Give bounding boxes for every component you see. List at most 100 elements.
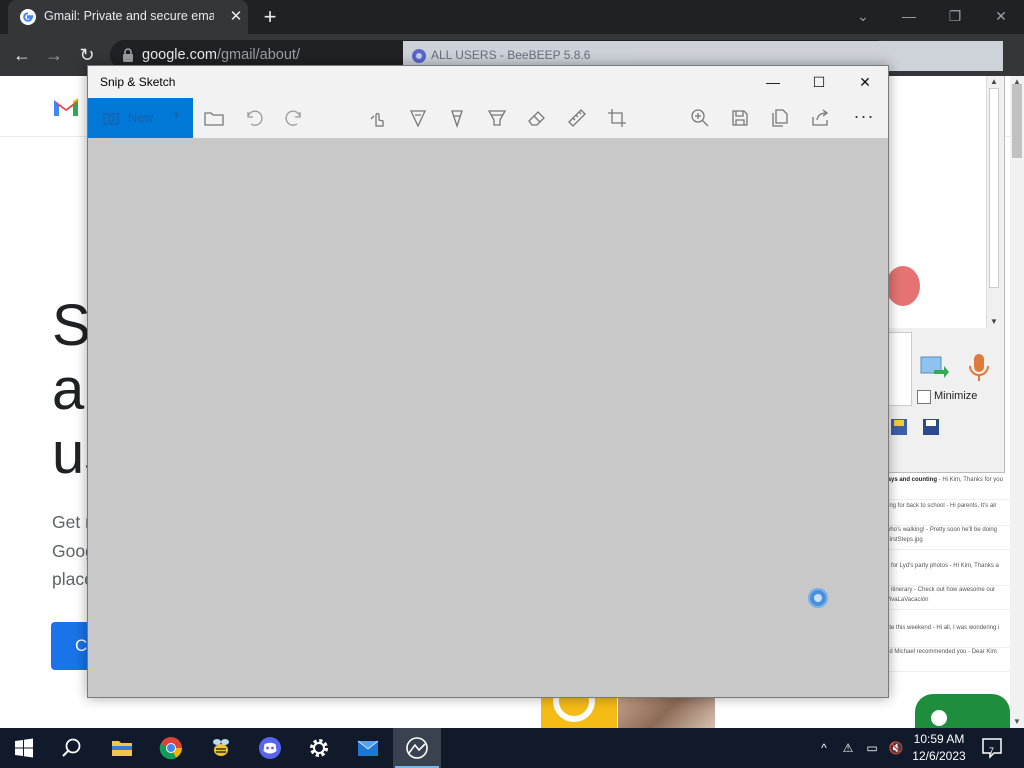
hero-sub-line: place [52,569,92,589]
list-item: lays and counting - Hi Kim, Thanks for y… [886,472,1010,500]
gear-icon [310,739,328,757]
list-item-snippet: who's walking! - Pretty soon he'll be do… [886,527,998,543]
clock[interactable]: 10:59 AM 12/6/2023 [906,731,972,765]
settings-taskbar-button[interactable] [295,728,343,768]
list-item-snippet: nd Michael recommended you - Dear Kim [886,649,997,655]
snip-toolbar: New ▾ ··· [88,98,888,138]
chrome-taskbar-button[interactable] [147,728,195,768]
save-icon[interactable] [728,106,752,130]
list-item: who's walking! - Pretty soon he'll be do… [886,522,1010,550]
volume-muted-icon[interactable]: 🔇 [884,728,908,768]
hero-title-line: us [52,421,92,486]
meet-illustration [915,694,1010,728]
share-icon[interactable] [808,106,832,130]
snip-canvas[interactable] [88,138,888,697]
more-options-button[interactable]: ··· [850,106,878,130]
list-item: p itinerary - Check out how awesome our … [886,582,1010,610]
scrollbar-thumb[interactable] [989,88,999,288]
ballpoint-pen-icon[interactable] [406,106,430,130]
snip-icon [103,113,119,125]
hero-subtitle: Get m Goog place [52,508,92,594]
search-button[interactable] [48,728,96,768]
window-title: Snip & Sketch [100,75,176,89]
highlighter-icon[interactable] [485,106,509,130]
list-item: nd Michael recommended you - Dear Kim [886,644,1010,672]
chrome-tabstrip: Gmail: Private and secure email at no co… [0,0,1024,34]
microphone-icon[interactable] [966,352,992,384]
start-button[interactable] [0,728,48,768]
search-illustration [541,680,617,728]
browser-tab-gmail[interactable]: Gmail: Private and secure email at no co… [8,0,248,34]
scroll-down-icon[interactable]: ▼ [987,316,1001,328]
alert-icon[interactable]: ⚠ [836,728,860,768]
beebeep-title: ALL USERS - BeeBEEP 5.8.6 [431,48,591,62]
discord-taskbar-button[interactable] [246,728,294,768]
chevron-up-icon[interactable]: ^ [812,728,836,768]
chrome-icon [159,737,182,760]
tab-search-icon[interactable]: ⌄ [840,0,886,34]
zoom-icon[interactable] [688,106,712,130]
forward-button[interactable]: → [42,43,66,67]
close-browser-button[interactable]: ✕ [978,0,1024,34]
folder-icon [112,741,132,756]
eraser-icon[interactable] [525,106,549,130]
system-tray: ^ ⚠ ▭ 🔇 [812,728,908,768]
back-button[interactable]: ← [10,43,34,67]
chevron-down-icon[interactable]: ▾ [174,110,179,121]
list-item-snippet: p itinerary - Check out how awesome our … [886,587,996,603]
chat-area[interactable] [886,76,986,328]
crop-icon[interactable] [605,106,629,130]
lock-icon[interactable] [122,48,134,62]
tab-title: Gmail: Private and secure email at no co… [44,9,214,23]
windows-taskbar: ^ ⚠ ▭ 🔇 10:59 AM 12/6/2023 7 [0,728,1024,768]
restore-browser-button[interactable]: ❐ [932,0,978,34]
ruler-icon[interactable] [565,106,589,130]
save-chat-icon[interactable] [890,418,908,436]
list-item-snippet: - Hi Kim, Thanks for you [937,477,1003,483]
hero-sub-line: Goog [52,540,92,561]
maximize-button[interactable]: ☐ [796,66,842,98]
snip-titlebar[interactable]: Snip & Sketch — ☐ ✕ [88,66,888,98]
touch-writing-icon[interactable] [366,106,390,130]
close-button[interactable]: ✕ [842,66,888,98]
beebeep-window: ▲ ▼ Minimize [886,76,1005,473]
scroll-up-icon[interactable]: ▲ [987,76,1001,88]
new-tab-button[interactable]: + [258,5,282,29]
bee-icon [213,739,229,756]
scrollbar-thumb[interactable] [1012,84,1022,158]
scroll-down-icon[interactable]: ▼ [1010,716,1024,728]
windows-logo-icon [15,738,33,758]
network-icon[interactable]: ▭ [860,728,884,768]
url-text: google.com/gmail/about/ [142,47,300,63]
gmail-logo[interactable] [52,96,80,118]
beebeep-icon [412,49,426,63]
mail-taskbar-button[interactable] [344,728,392,768]
pencil-icon[interactable] [445,106,469,130]
open-file-icon[interactable] [202,106,226,130]
snip-sketch-taskbar-button[interactable] [393,728,441,768]
minimize-checkbox[interactable] [917,390,931,404]
beebeep-taskbar-button[interactable] [197,728,245,768]
new-snip-button[interactable]: New ▾ [88,98,193,138]
hero-title-line: Se [52,294,92,358]
message-input[interactable] [886,332,912,406]
minimize-browser-button[interactable]: — [886,0,932,34]
file-explorer-button[interactable] [98,728,146,768]
tab-close-icon[interactable]: ✕ [226,7,246,27]
send-image-icon[interactable] [920,356,950,380]
search-icon [62,738,81,757]
hero-title: Se an us [52,294,92,486]
chat-scrollbar[interactable]: ▲ ▼ [986,76,1001,328]
undo-icon[interactable] [242,106,266,130]
clock-date: 12/6/2023 [912,749,966,763]
reload-button[interactable]: ↻ [75,43,99,67]
list-item-snippet: e for Lyd's party photos - Hi Kim, Thank… [886,563,999,569]
new-label: New [128,111,154,125]
browser-window-controls: ⌄ — ❐ ✕ [840,0,1024,34]
copy-icon[interactable] [768,106,792,130]
minimize-button[interactable]: — [750,66,796,98]
save-icon[interactable] [922,418,940,436]
page-scrollbar[interactable]: ▲ ▼ [1010,76,1024,728]
photo-thumbnail [618,694,715,728]
redo-icon[interactable] [282,106,306,130]
